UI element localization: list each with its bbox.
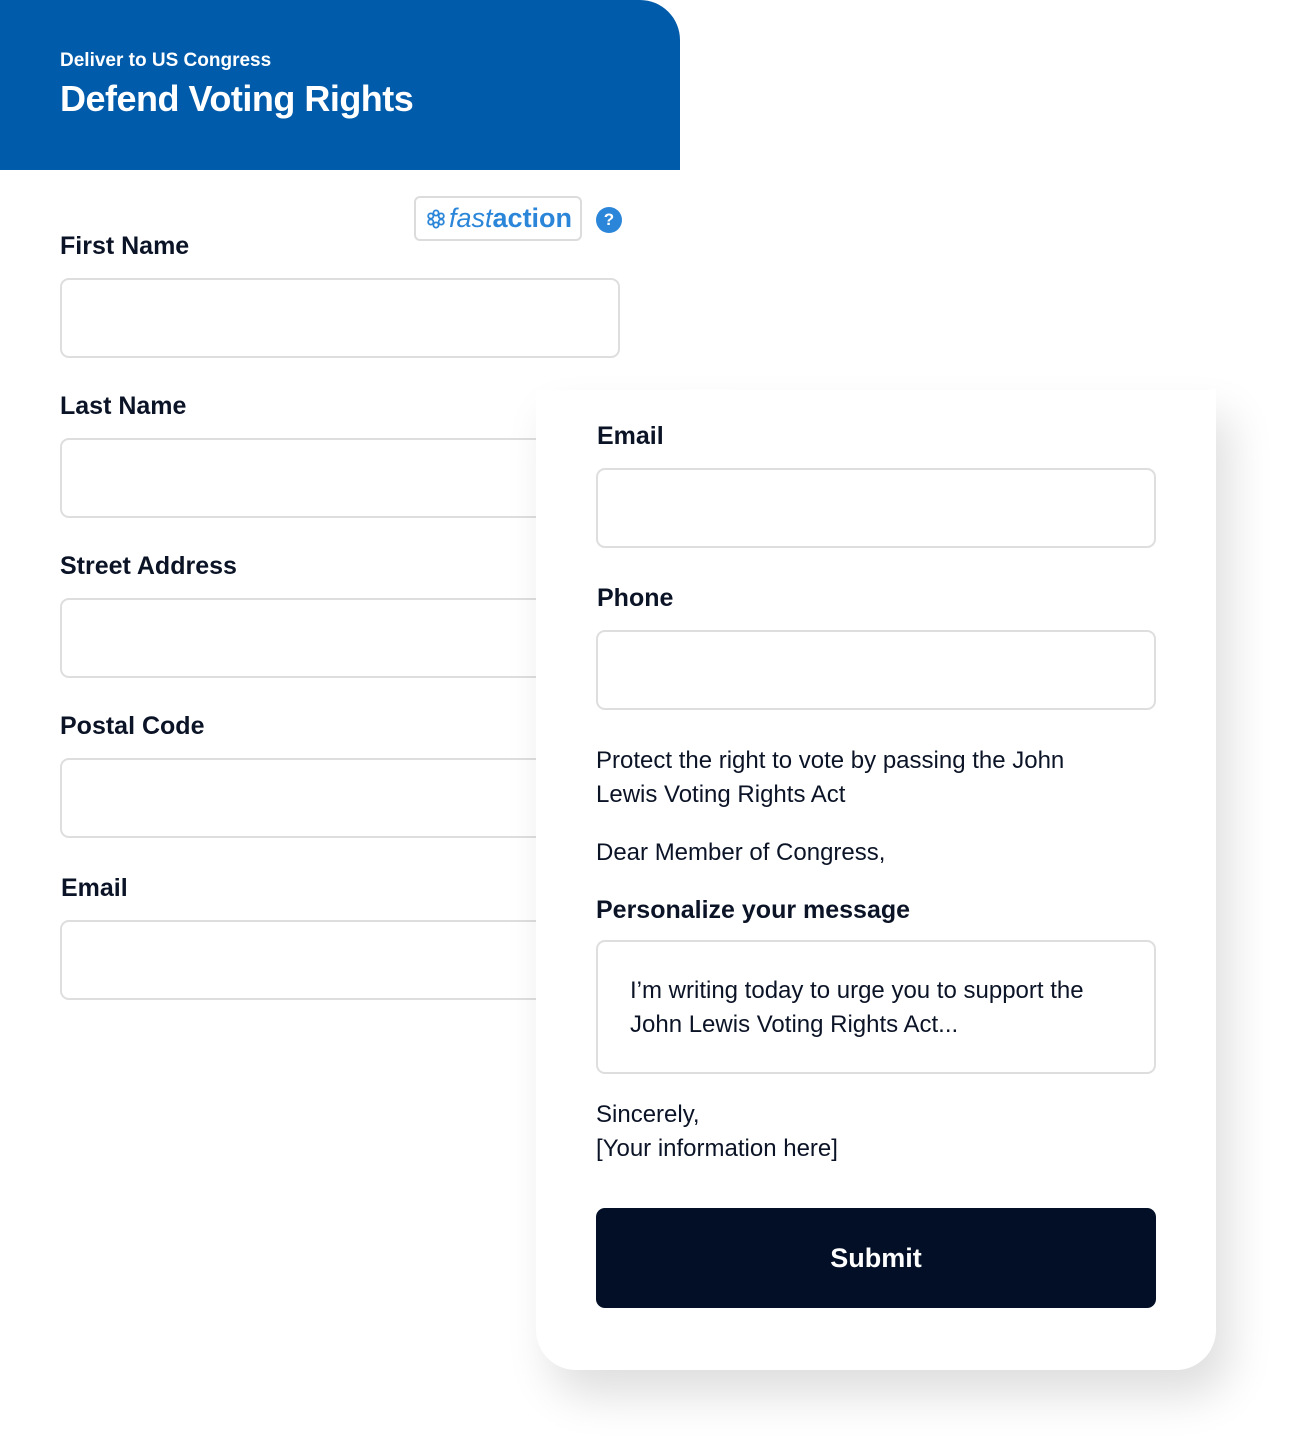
- message-subject: Protect the right to vote by passing the…: [596, 747, 1065, 808]
- page-title: Defend Voting Rights: [60, 78, 414, 119]
- fastaction-brand-suffix: action: [492, 203, 573, 233]
- personalize-label: Personalize your message: [596, 896, 911, 924]
- fastaction-button[interactable]: fast action: [414, 196, 582, 241]
- back-email-label: Email: [61, 874, 128, 902]
- front-email-field[interactable]: [596, 468, 1156, 548]
- message-card: Email Phone Protect the right to vote by…: [536, 388, 1216, 1370]
- postal-code-label: Postal Code: [60, 712, 205, 740]
- closing-text: Sincerely,: [596, 1101, 700, 1128]
- help-icon[interactable]: ?: [596, 207, 622, 233]
- page-header: Deliver to US Congress Defend Voting Rig…: [0, 0, 680, 170]
- phone-field[interactable]: [596, 630, 1156, 710]
- submit-button[interactable]: Submit: [596, 1208, 1156, 1308]
- first-name-field[interactable]: [60, 278, 620, 358]
- phone-label: Phone: [597, 584, 674, 612]
- last-name-label: Last Name: [60, 392, 187, 420]
- salutation: Dear Member of Congress,: [596, 839, 886, 866]
- front-email-label: Email: [597, 422, 664, 450]
- personalize-message-textarea[interactable]: I’m writing today to urge you to support…: [596, 940, 1156, 1074]
- header-subtitle: Deliver to US Congress: [60, 50, 272, 71]
- street-address-label: Street Address: [60, 552, 237, 580]
- flower-logo-icon: [426, 209, 446, 229]
- signature-placeholder: [Your information here]: [596, 1135, 838, 1162]
- first-name-label: First Name: [60, 232, 190, 260]
- fastaction-brand-prefix: fast: [449, 203, 493, 233]
